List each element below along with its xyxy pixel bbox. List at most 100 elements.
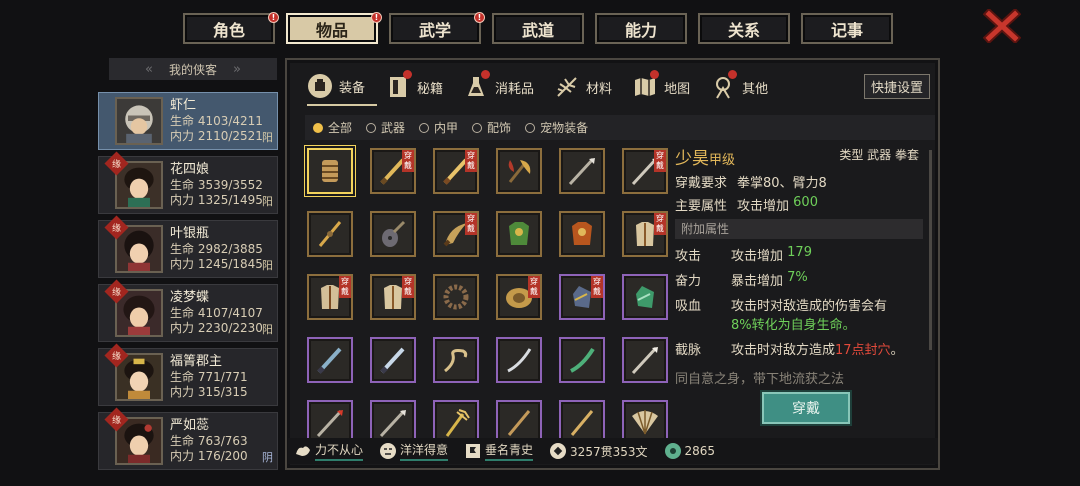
- tab-items[interactable]: 物品!: [286, 12, 382, 44]
- tab-others[interactable]: 其他: [710, 68, 780, 106]
- badge-icon: [403, 70, 413, 79]
- tab-equipment[interactable]: 装备: [307, 68, 378, 106]
- item-slot[interactable]: [433, 337, 479, 383]
- hero-card[interactable]: 虾仁 生命 4103/4211 内力 2110/2521 阳: [98, 92, 278, 150]
- equipped-tag: 穿戴: [528, 276, 540, 298]
- item-slot[interactable]: 穿戴: [370, 274, 416, 320]
- item-slot[interactable]: [370, 337, 416, 383]
- equipped-tag: 穿戴: [339, 276, 351, 298]
- equipped-tag: 穿戴: [654, 213, 666, 235]
- item-slot[interactable]: 穿戴: [433, 148, 479, 194]
- filter-accessory[interactable]: 配饰: [472, 119, 511, 136]
- hero-list: 虾仁 生命 4103/4211 内力 2110/2521 阳 缘 花四娘 生命 353…: [98, 92, 278, 476]
- tab-relations[interactable]: 关系: [698, 13, 790, 44]
- heroes-header: « 我的侠客 »: [109, 58, 277, 80]
- tab-materials[interactable]: 材料: [554, 68, 624, 106]
- filter-all[interactable]: 全部: [313, 119, 352, 136]
- avatar: [115, 97, 163, 145]
- status-jade: 2865: [664, 442, 715, 460]
- tab-consumables[interactable]: 消耗品: [463, 68, 546, 106]
- staff-icon: [570, 410, 594, 436]
- filter-weapon[interactable]: 武器: [366, 119, 405, 136]
- item-slot[interactable]: 穿戴: [496, 274, 542, 320]
- chevron-right-icon[interactable]: »: [233, 62, 241, 77]
- sword-icon: [317, 347, 342, 374]
- equipped-tag: 穿戴: [654, 150, 666, 172]
- hero-card[interactable]: 缘 花四娘 生命 3539/3552 内力 1325/1495 阳: [98, 151, 278, 214]
- item-slot[interactable]: [559, 211, 605, 257]
- yin-yang-badge: 阳: [262, 259, 273, 272]
- radio-icon: [419, 122, 430, 133]
- whip-icon: [444, 349, 468, 373]
- detail-scrollbar[interactable]: [929, 150, 932, 350]
- badge-icon: !: [371, 12, 382, 23]
- tab-ability[interactable]: 能力: [595, 13, 687, 44]
- yin-yang-badge: 阳: [262, 323, 273, 336]
- prayer-beads-icon: [443, 284, 469, 310]
- radio-icon: [366, 122, 377, 133]
- radio-icon: [525, 122, 536, 133]
- item-slot[interactable]: 穿戴: [433, 211, 479, 257]
- status-money: 3257贯353文: [549, 442, 648, 460]
- tab-journal[interactable]: 记事: [801, 13, 893, 44]
- yin-yang-badge: 阳: [262, 131, 273, 144]
- tab-wudao[interactable]: 武道: [492, 13, 584, 44]
- armor-icon: [308, 74, 332, 98]
- tab-maps[interactable]: 地图: [632, 68, 702, 106]
- item-slot[interactable]: 穿戴: [559, 274, 605, 320]
- fan-icon: [632, 410, 658, 435]
- item-slot[interactable]: [559, 337, 605, 383]
- status-bar: 力不从心 洋洋得意 垂名青史 3257贯353文 2865: [288, 438, 938, 464]
- main-attribute: 主要属性 攻击增加 600: [675, 195, 818, 214]
- item-slot[interactable]: [559, 148, 605, 194]
- radio-icon: [472, 122, 483, 133]
- filter-pet-equipment[interactable]: 宠物装备: [525, 119, 588, 136]
- status-mood: 洋洋得意: [379, 441, 449, 461]
- inventory-panel: 装备 秘籍 消耗品 材料 地图 其他 快捷设置 全部 武器 内甲 配饰 宠物装备…: [285, 58, 940, 470]
- attr-attack: 攻击 攻击增加 179: [675, 245, 812, 264]
- face-icon: [380, 443, 397, 459]
- close-icon[interactable]: [983, 9, 1021, 43]
- item-slot[interactable]: [307, 337, 353, 383]
- tab-role[interactable]: 角色!: [183, 12, 279, 44]
- attr-fenli: 奋力 暴击增加 7%: [675, 270, 808, 289]
- spear-icon: [568, 157, 595, 186]
- item-slot[interactable]: 穿戴: [307, 274, 353, 320]
- item-slot[interactable]: [370, 211, 416, 257]
- spear-icon: [316, 409, 343, 438]
- hero-card[interactable]: 缘 叶银瓶 生命 2982/3885 内力 1245/1845 阳: [98, 215, 278, 278]
- herb-icon: [557, 77, 577, 97]
- item-slot[interactable]: [307, 211, 353, 257]
- item-category-tabs: 装备 秘籍 消耗品 材料 地图 其他: [307, 68, 788, 106]
- item-slot[interactable]: 穿戴: [622, 211, 668, 257]
- item-slot[interactable]: [307, 148, 353, 194]
- equip-button[interactable]: 穿戴: [762, 392, 850, 424]
- badge-icon: !: [474, 12, 485, 23]
- item-slot[interactable]: 穿戴: [622, 148, 668, 194]
- item-slot[interactable]: 穿戴: [370, 148, 416, 194]
- item-slot[interactable]: [496, 148, 542, 194]
- item-slot[interactable]: [496, 211, 542, 257]
- filter-armor[interactable]: 内甲: [419, 119, 458, 136]
- jade-saber-icon: [570, 347, 595, 373]
- equipped-tag: 穿戴: [465, 213, 477, 235]
- attr-jiemai: 截脉 攻击时对敌方造成 17点封穴。: [675, 343, 904, 358]
- item-slot[interactable]: [622, 337, 668, 383]
- hero-card[interactable]: 缘 福箐郡主 生命 771/771 内力 315/315: [98, 343, 278, 406]
- hero-card[interactable]: 缘 凌梦蝶 生命 4107/4107 内力 2230/2230 阳: [98, 279, 278, 342]
- item-slot[interactable]: [496, 337, 542, 383]
- gauntlet-icon: [322, 160, 338, 182]
- hero-card[interactable]: 缘 严如蕊 生命 763/763 内力 176/200 阴: [98, 407, 278, 470]
- detail-description: 同自意之身，带下地流获之法: [675, 372, 845, 387]
- tab-manuals[interactable]: 秘籍: [385, 68, 455, 106]
- tab-martial[interactable]: 武学!: [389, 12, 485, 44]
- yin-yang-badge: 阴: [262, 451, 273, 464]
- flag-icon: [466, 444, 481, 458]
- trident-icon: [445, 409, 470, 437]
- item-slot[interactable]: [622, 274, 668, 320]
- item-slot[interactable]: [433, 274, 479, 320]
- quick-settings-button[interactable]: 快捷设置: [864, 74, 930, 99]
- chevron-left-icon[interactable]: «: [145, 62, 153, 77]
- green-armor-icon: [509, 222, 529, 245]
- status-fame: 垂名青史: [464, 441, 534, 461]
